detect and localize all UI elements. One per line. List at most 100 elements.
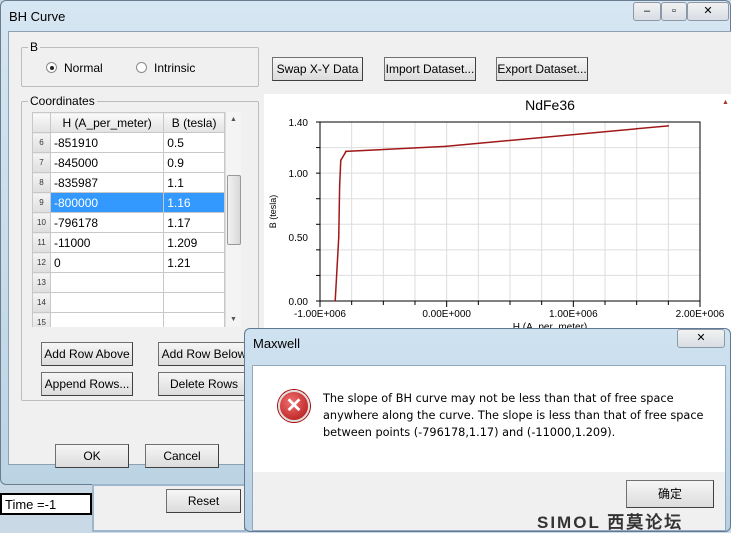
b-cell[interactable]: 1.1 — [163, 172, 225, 193]
table-row[interactable]: 11 -11000 1.209 — [32, 232, 225, 253]
scroll-down-icon[interactable]: ▼ — [230, 316, 237, 323]
column-b: B (tesla) — [163, 112, 225, 133]
row-number: 10 — [32, 212, 51, 233]
time-label: Time =-1 — [0, 493, 92, 515]
export-dataset-button[interactable]: Export Dataset... — [496, 57, 588, 81]
error-x-icon: ✕ — [278, 390, 310, 422]
cancel-button[interactable]: Cancel — [145, 444, 219, 468]
b-group: B Normal Intrinsic — [21, 40, 259, 87]
chart-panel: NdFe36H (A_per_meter)B (tesla)-1.00E+006… — [264, 94, 731, 334]
scroll-thumb[interactable] — [227, 175, 241, 245]
b-cell[interactable]: 1.16 — [163, 192, 225, 213]
maximize-button[interactable]: ▫ — [661, 2, 687, 21]
row-number: 15 — [32, 312, 51, 327]
table-row[interactable]: 8 -835987 1.1 — [32, 172, 225, 193]
h-cell[interactable]: -11000 — [49, 232, 165, 253]
b-cell[interactable]: 1.21 — [163, 252, 225, 273]
y-tick-label: 0.00 — [289, 297, 309, 308]
table-row[interactable]: 13 — [32, 272, 225, 293]
data-point — [345, 150, 347, 153]
coordinates-group: Coordinates H (A_per_meter) B (tesla) 6 -8… — [21, 94, 259, 401]
h-cell[interactable]: -851910 — [49, 132, 165, 153]
row-number: 13 — [32, 272, 51, 293]
data-point — [667, 125, 670, 127]
error-footer: 确定 SIMOL 西莫论坛 — [253, 472, 725, 532]
table-row[interactable]: 10 -796178 1.17 — [32, 212, 225, 233]
data-point — [338, 185, 341, 187]
data-point — [337, 236, 340, 238]
h-cell[interactable] — [49, 312, 165, 327]
h-cell[interactable] — [49, 272, 165, 293]
column-h: H (A_per_meter) — [49, 112, 165, 133]
b-cell[interactable]: 0.9 — [163, 152, 225, 173]
x-tick-label: 1.00E+006 — [549, 309, 598, 320]
b-group-label: B — [28, 40, 41, 54]
table-row[interactable]: 14 — [32, 292, 225, 313]
h-cell[interactable]: 0 — [49, 252, 165, 273]
row-number: 12 — [32, 252, 51, 273]
background-window: Reset — [92, 484, 246, 532]
table-row[interactable]: 6 -851910 0.5 — [32, 132, 225, 153]
data-point — [339, 159, 342, 162]
scroll-up-icon[interactable]: ▲ — [230, 116, 237, 123]
y-axis-label: B (tesla) — [268, 195, 278, 229]
b-cell[interactable]: 1.209 — [163, 232, 225, 253]
bh-curve-line — [334, 125, 669, 302]
add-row-below-button[interactable]: Add Row Below — [158, 342, 250, 366]
row-number: 7 — [32, 152, 51, 173]
ok-button[interactable]: OK — [55, 444, 129, 468]
intrinsic-label: Intrinsic — [154, 61, 196, 75]
minimize-button[interactable]: – — [633, 2, 661, 21]
maxwell-error-dialog: Maxwell ✕ ✕ The slope of BH curve may no… — [244, 328, 731, 532]
error-close-button[interactable]: ✕ — [677, 329, 725, 348]
window-title: BH Curve — [9, 9, 66, 24]
x-tick-label: 0.00E+000 — [422, 309, 471, 320]
row-number: 14 — [32, 292, 51, 313]
coordinates-table[interactable]: H (A_per_meter) B (tesla) 6 -851910 0.5 7 -84… — [32, 112, 241, 327]
table-row[interactable]: 12 0 1.21 — [32, 252, 225, 273]
y-tick-label: 1.40 — [289, 118, 309, 129]
error-dialog-title: Maxwell — [253, 336, 300, 351]
error-message: The slope of BH curve may not be less th… — [323, 392, 704, 439]
b-cell[interactable] — [163, 292, 225, 313]
import-dataset-button[interactable]: Import Dataset... — [384, 57, 476, 81]
x-tick-label: 2.00E+006 — [676, 309, 725, 320]
h-cell[interactable]: -796178 — [49, 212, 165, 233]
row-number: 11 — [32, 232, 51, 253]
append-rows-button[interactable]: Append Rows... — [41, 372, 133, 396]
b-cell[interactable] — [163, 312, 225, 327]
data-point — [445, 145, 448, 148]
x-tick-label: -1.00E+006 — [294, 309, 346, 320]
h-cell[interactable]: -800000 — [49, 192, 165, 213]
b-cell[interactable]: 0.5 — [163, 132, 225, 153]
add-row-above-button[interactable]: Add Row Above — [41, 342, 133, 366]
table-scrollbar[interactable]: ▲ ▼ — [225, 112, 241, 327]
confirm-button[interactable]: 确定 — [626, 480, 714, 508]
y-tick-label: 1.00 — [289, 169, 309, 180]
data-point — [444, 145, 447, 148]
delete-rows-button[interactable]: Delete Rows — [158, 372, 250, 396]
simol-watermark: SIMOL 西莫论坛 — [537, 513, 684, 532]
h-cell[interactable]: -835987 — [49, 172, 165, 193]
swap-xy-button[interactable]: Swap X-Y Data — [272, 57, 363, 81]
b-cell[interactable] — [163, 272, 225, 293]
normal-radio[interactable] — [46, 62, 57, 73]
data-point — [334, 300, 336, 302]
reset-button[interactable]: Reset — [166, 489, 241, 513]
row-number: 9 — [32, 192, 51, 213]
h-cell[interactable]: -845000 — [49, 152, 165, 173]
h-cell[interactable] — [49, 292, 165, 313]
chart-title: NdFe36 — [525, 97, 575, 113]
intrinsic-radio[interactable] — [136, 62, 147, 73]
normal-label: Normal — [64, 61, 103, 75]
row-number: 6 — [32, 132, 51, 153]
table-row[interactable]: 9 -800000 1.16 — [32, 192, 225, 213]
table-row[interactable]: 7 -845000 0.9 — [32, 152, 225, 173]
table-row[interactable]: 15 — [32, 312, 225, 327]
coordinates-label: Coordinates — [28, 94, 97, 108]
chart-scroll-icon: ▲ — [722, 99, 729, 106]
b-cell[interactable]: 1.17 — [163, 212, 225, 233]
row-number: 8 — [32, 172, 51, 193]
close-button[interactable]: ✕ — [687, 2, 729, 21]
bh-chart: NdFe36H (A_per_meter)B (tesla)-1.00E+006… — [268, 97, 729, 333]
